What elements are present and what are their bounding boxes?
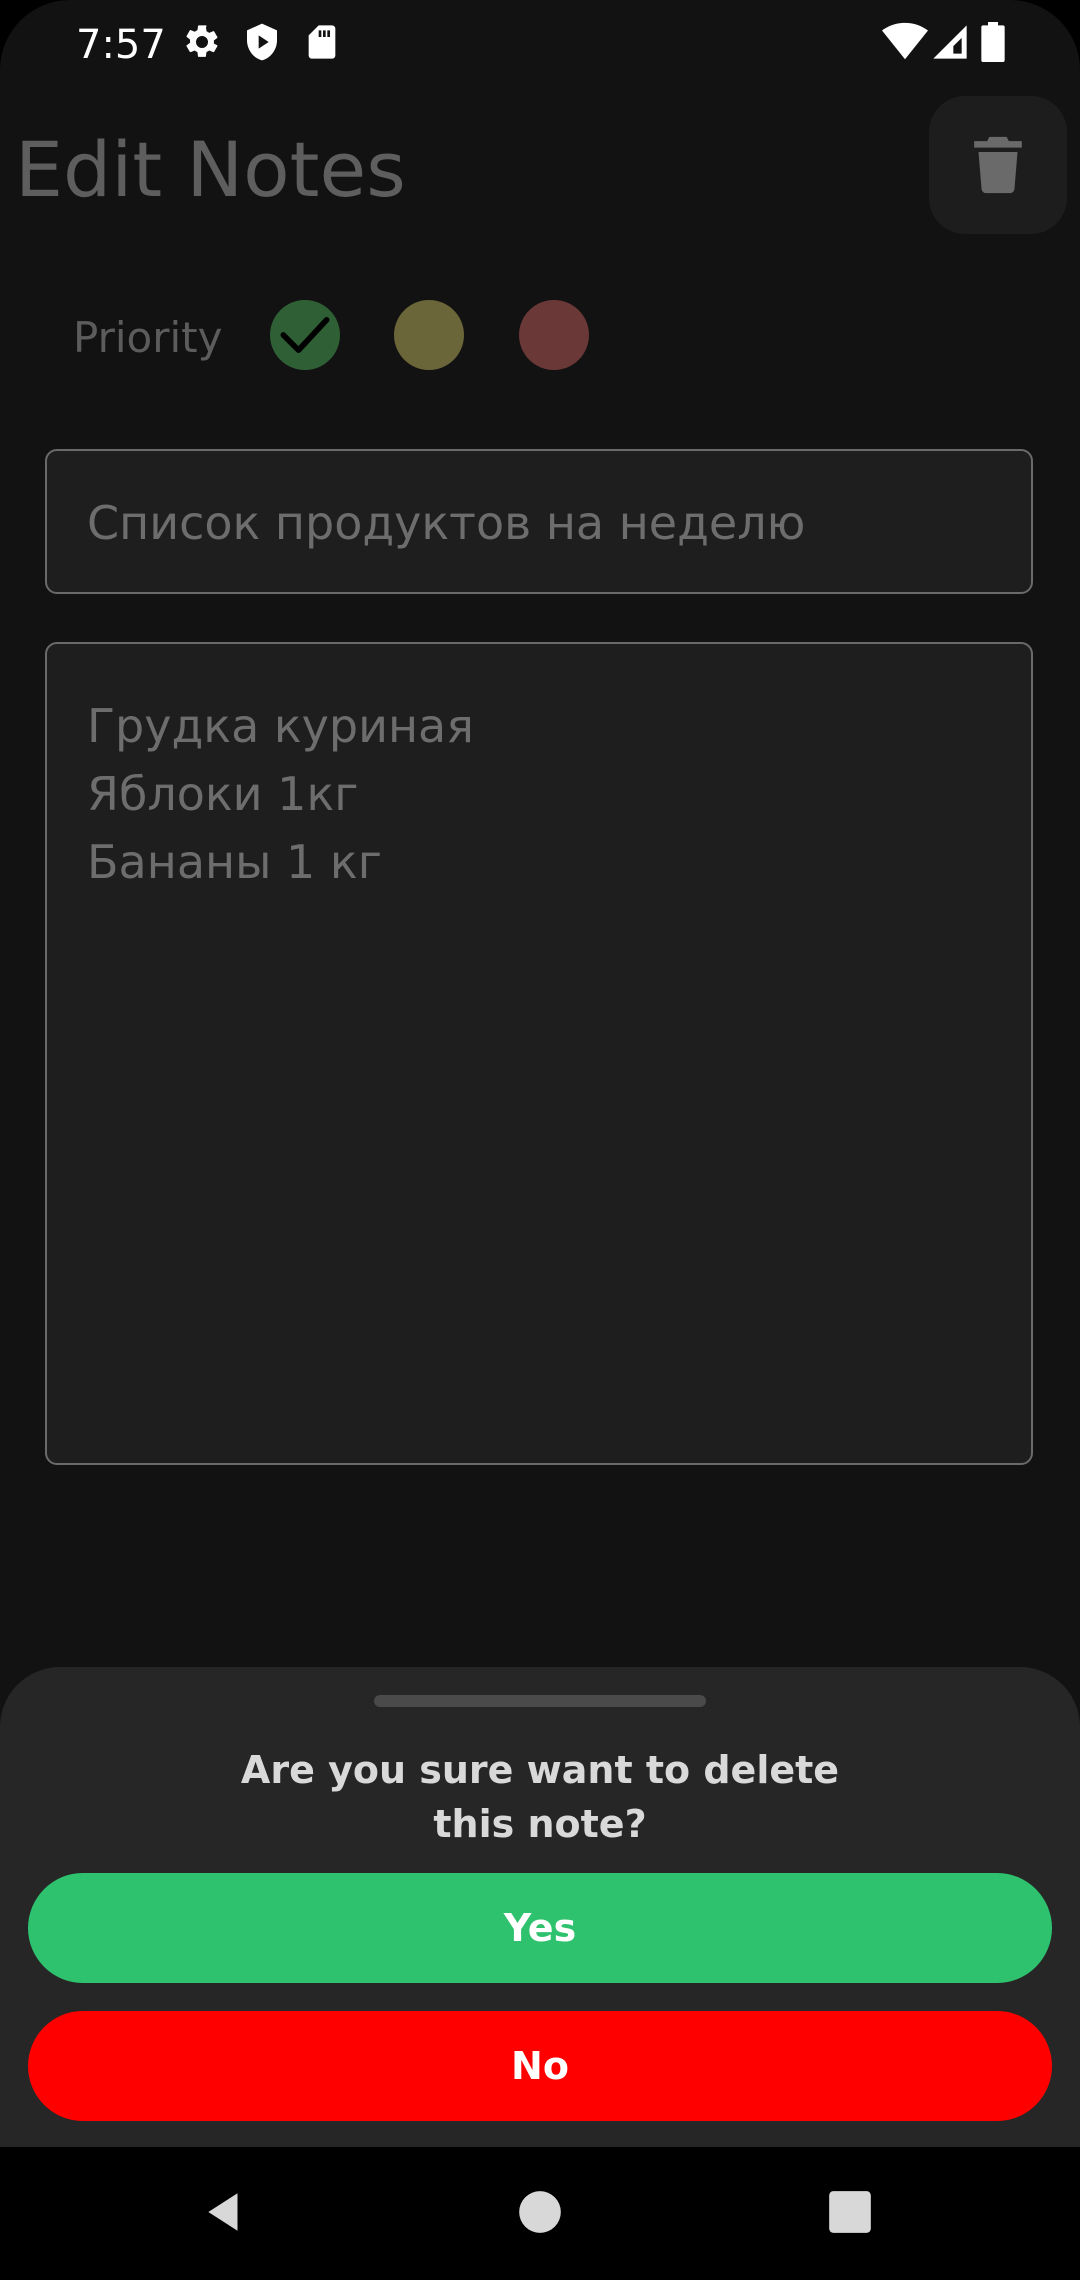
delete-confirmation-sheet: Are you sure want to delete this note? Y… [0, 1667, 1080, 2147]
battery-icon [978, 22, 1008, 62]
note-title-input[interactable]: Список продуктов на неделю [45, 449, 1033, 594]
status-bar: 7:57 [0, 0, 1080, 90]
note-title-value: Список продуктов на неделю [87, 496, 806, 550]
trash-icon [974, 136, 1022, 194]
priority-label: Priority [73, 313, 223, 362]
question-line-2: this note? [433, 1802, 647, 1846]
question-line-1: Are you sure want to delete [240, 1748, 840, 1792]
signal-icon [930, 22, 970, 62]
note-body-line: Яблоки 1кг [87, 767, 359, 821]
back-icon[interactable] [200, 2187, 250, 2237]
delete-confirmation-question: Are you sure want to delete this note? [140, 1743, 940, 1851]
navigation-bar [0, 2147, 1080, 2280]
settings-icon [182, 22, 222, 62]
priority-low-option[interactable] [270, 300, 340, 370]
shield-play-icon [242, 22, 282, 62]
delete-note-button[interactable] [929, 96, 1067, 234]
priority-medium-option[interactable] [394, 300, 464, 370]
note-body-input[interactable]: Грудка куриная Яблоки 1кг Бананы 1 кг [45, 642, 1033, 1465]
sheet-drag-handle[interactable] [374, 1695, 706, 1707]
page-title: Edit Notes [15, 125, 406, 214]
yes-button[interactable]: Yes [28, 1873, 1052, 1983]
recents-icon[interactable] [825, 2187, 875, 2237]
screen: 7:57 Edit Notes Priority Список продукто… [0, 0, 1080, 2280]
checkmark-icon [280, 317, 330, 353]
wifi-icon [882, 22, 928, 62]
note-body-text: Грудка куриная Яблоки 1кг Бананы 1 кг [87, 692, 474, 896]
priority-high-option[interactable] [519, 300, 589, 370]
note-body-line: Бананы 1 кг [87, 835, 382, 889]
sd-card-icon [302, 22, 342, 62]
home-icon[interactable] [515, 2187, 565, 2237]
note-body-line: Грудка куриная [87, 699, 474, 753]
status-time: 7:57 [76, 22, 166, 68]
no-button[interactable]: No [28, 2011, 1052, 2121]
